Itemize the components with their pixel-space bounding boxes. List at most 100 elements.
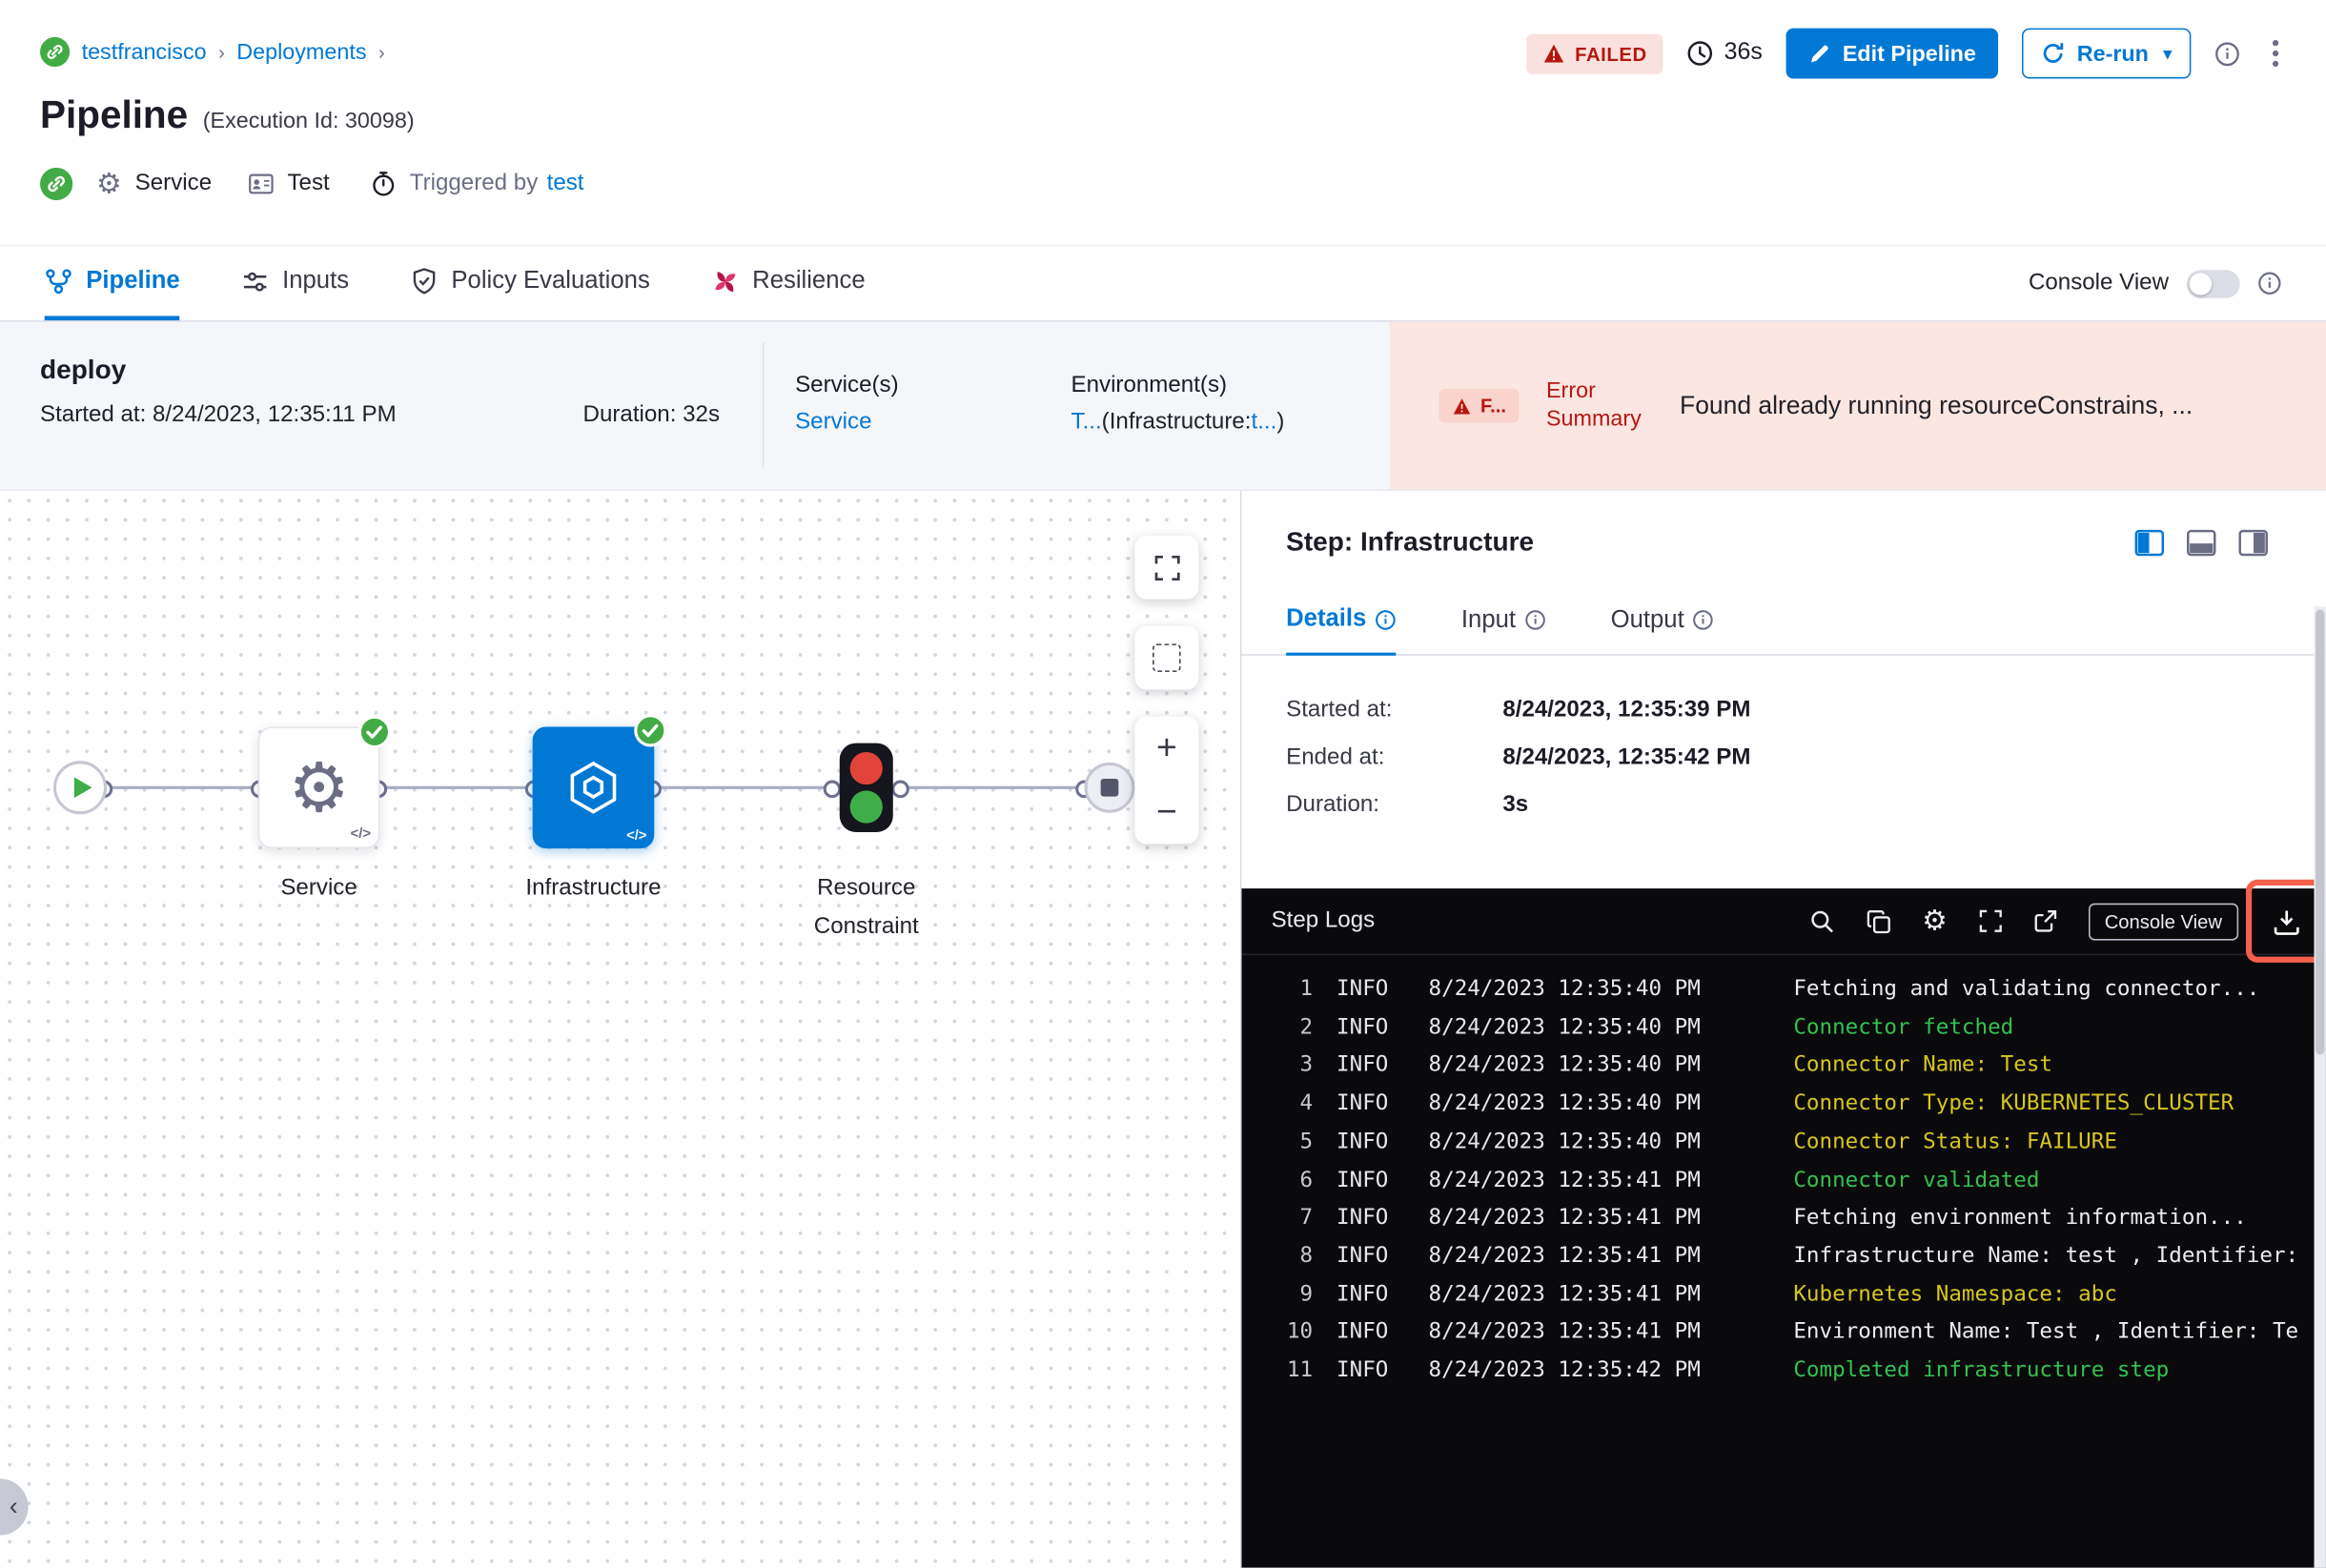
- refresh-icon: [2041, 42, 2065, 66]
- pipeline-canvas[interactable]: ⚙ </> </> Service Infrastructure Resourc…: [0, 491, 1240, 1568]
- tab-inputs[interactable]: Inputs: [242, 246, 349, 320]
- step-logs-panel: Step Logs ⚙ Console View 1 INFO 8/24/202…: [1241, 879, 2326, 1568]
- status-badge: FAILED: [1525, 33, 1663, 74]
- node-resource-constraint[interactable]: [839, 743, 893, 832]
- tab-input[interactable]: Input: [1461, 605, 1545, 654]
- info-icon[interactable]: [2257, 272, 2281, 295]
- error-badge-label: F...: [1479, 394, 1506, 417]
- infrastructure-link[interactable]: t...: [1251, 409, 1276, 434]
- detail-row: Duration: 3s: [1286, 792, 2326, 819]
- code-tag: </>: [350, 825, 372, 843]
- console-view-toggle[interactable]: [2186, 269, 2240, 297]
- main-content: ⚙ </> </> Service Infrastructure Resourc…: [0, 491, 2326, 1568]
- triggered-by-user-link[interactable]: test: [547, 171, 584, 197]
- edit-pipeline-label: Edit Pipeline: [1842, 40, 1976, 67]
- node-service[interactable]: ⚙ </>: [257, 715, 392, 849]
- graph-port: [891, 780, 909, 799]
- zoom-in-button[interactable]: +: [1134, 717, 1198, 781]
- stage-name: deploy: [40, 354, 127, 385]
- copy-icon[interactable]: [1866, 908, 1890, 933]
- log-message: Completed infrastructure step: [1793, 1358, 2170, 1383]
- info-icon[interactable]: [2214, 41, 2239, 66]
- fullscreen-icon[interactable]: [1978, 909, 2002, 933]
- tab-output[interactable]: Output: [1611, 605, 1714, 654]
- log-level: INFO: [1336, 1015, 1389, 1040]
- breadcrumb-project-link[interactable]: testfrancisco: [82, 39, 207, 64]
- environment-icon: [247, 171, 274, 197]
- infrastructure-hexagon-icon: [562, 757, 624, 819]
- log-line: 5 INFO 8/24/2023 12:35:40 PM Connector Stat…: [1241, 1124, 2326, 1162]
- tab-details-label: Details: [1286, 604, 1367, 632]
- log-level: INFO: [1336, 1206, 1389, 1231]
- layout-split-bottom-icon[interactable]: [2187, 529, 2216, 556]
- console-view-button[interactable]: Console View: [2088, 902, 2239, 940]
- environment-infra-text: (Infrastructure:: [1101, 409, 1252, 435]
- log-line-number: 5: [1299, 1130, 1314, 1154]
- log-settings-gear-icon[interactable]: ⚙: [1922, 906, 1948, 936]
- triggered-by-label: Triggered by: [409, 170, 539, 196]
- pipeline-icon: [45, 267, 73, 295]
- log-message: Connector Type: KUBERNETES_CLUSTER: [1793, 1091, 2234, 1116]
- log-message: Connector fetched: [1793, 1015, 2014, 1040]
- log-message: Fetching environment information...: [1793, 1206, 2247, 1231]
- chevron-down-icon: ▾: [2163, 45, 2173, 64]
- tab-pipeline[interactable]: Pipeline: [44, 246, 180, 321]
- log-line: 10 INFO 8/24/2023 12:35:41 PM Environment N…: [1241, 1314, 2326, 1353]
- open-external-icon[interactable]: [2033, 909, 2057, 933]
- execution-id: (Execution Id: 30098): [202, 108, 415, 134]
- more-options-menu[interactable]: [2264, 33, 2288, 72]
- shield-check-icon: [411, 267, 438, 295]
- log-line: 9 INFO 8/24/2023 12:35:41 PM Kubernetes Nam…: [1241, 1276, 2326, 1314]
- node-label-service: Service: [280, 875, 357, 901]
- log-level: INFO: [1336, 1282, 1389, 1307]
- marquee-select-button[interactable]: [1134, 625, 1199, 690]
- sliders-icon: [242, 268, 269, 295]
- log-line-number: 10: [1286, 1320, 1314, 1345]
- log-line: 2 INFO 8/24/2023 12:35:40 PM Connector fetc…: [1241, 1009, 2326, 1048]
- log-level: INFO: [1336, 1130, 1389, 1154]
- environment-link[interactable]: T...: [1071, 409, 1102, 434]
- breadcrumb-deployments-link[interactable]: Deployments: [236, 39, 366, 64]
- console-view-label: Console View: [2028, 270, 2170, 295]
- node-infrastructure[interactable]: </>: [532, 714, 667, 849]
- rerun-button[interactable]: Re-run ▾: [2022, 28, 2192, 79]
- log-line-number: 6: [1299, 1168, 1314, 1192]
- stage-summary-bar: deploy Started at: 8/24/2023, 12:35:11 P…: [0, 321, 2326, 492]
- pencil-icon: [1808, 42, 1830, 64]
- log-timestamp: 8/24/2023 12:35:41 PM: [1428, 1320, 1701, 1345]
- download-logs-button[interactable]: [2245, 879, 2326, 963]
- service-link[interactable]: Service: [795, 409, 871, 434]
- layout-split-right-icon[interactable]: [2238, 529, 2268, 556]
- status-badge-label: FAILED: [1575, 42, 1647, 65]
- tab-policy-evaluations[interactable]: Policy Evaluations: [411, 246, 650, 320]
- start-node[interactable]: [53, 761, 108, 815]
- fit-to-screen-button[interactable]: [1134, 535, 1199, 600]
- expand-icon: [1153, 555, 1179, 580]
- layout-split-left-icon[interactable]: [2134, 529, 2165, 556]
- download-icon: [2273, 909, 2298, 935]
- tab-pipeline-label: Pipeline: [86, 267, 180, 295]
- detail-row: Started at: 8/24/2023, 12:35:39 PM: [1286, 697, 2326, 723]
- end-node[interactable]: [1084, 762, 1135, 813]
- divider: [762, 342, 765, 468]
- gear-icon: ⚙: [96, 167, 122, 201]
- success-check-icon: [357, 715, 392, 749]
- search-icon[interactable]: [1809, 908, 1834, 933]
- tab-details[interactable]: Details: [1286, 604, 1397, 656]
- gear-icon: ⚙: [288, 747, 350, 828]
- log-level: INFO: [1336, 1168, 1389, 1192]
- log-line: 6 INFO 8/24/2023 12:35:41 PM Connector vali…: [1241, 1162, 2326, 1200]
- panel-collapse-handle[interactable]: ‹: [0, 1478, 29, 1536]
- code-tag: </>: [626, 827, 647, 845]
- alert-triangle-icon: [1542, 43, 1564, 64]
- edit-pipeline-button[interactable]: Edit Pipeline: [1785, 28, 1999, 79]
- page-title: Pipeline: [40, 92, 189, 137]
- clock-icon: [1687, 40, 1714, 67]
- tab-resilience[interactable]: Resilience: [712, 246, 866, 320]
- pipeline-meta-row: ⚙ Service Test Triggered by test: [40, 163, 583, 205]
- zoom-out-button[interactable]: −: [1134, 781, 1198, 845]
- detail-row: Ended at: 8/24/2023, 12:35:42 PM: [1286, 744, 2326, 771]
- stage-duration: Duration: 32s: [582, 401, 721, 428]
- environment-name: Test: [287, 170, 330, 196]
- scrollbar-thumb[interactable]: [2316, 609, 2325, 1055]
